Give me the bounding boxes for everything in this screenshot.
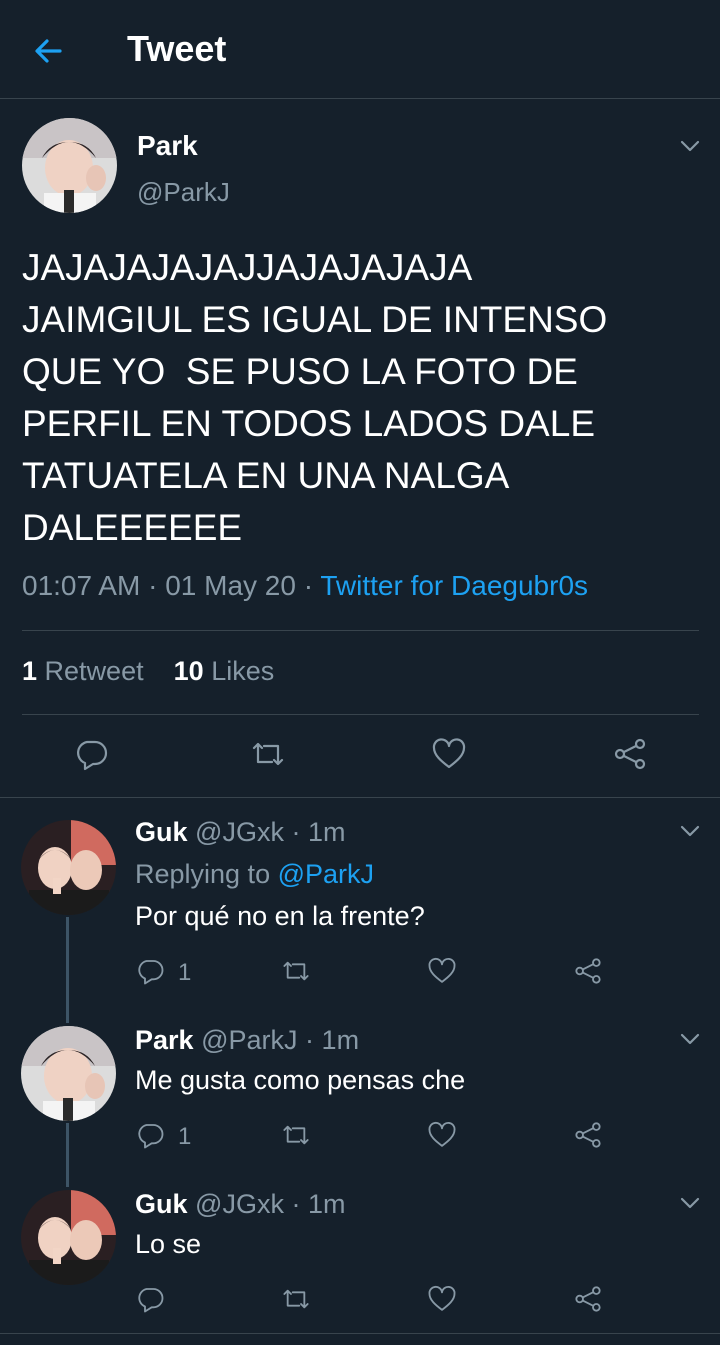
replying-prefix: Replying to: [135, 859, 271, 889]
likes-count: 10: [173, 656, 204, 686]
reply-icon: [77, 740, 108, 771]
retweet-button[interactable]: [281, 1284, 311, 1314]
separator-dot: ·: [291, 817, 301, 847]
avatar[interactable]: [22, 118, 117, 213]
separator-dot: ·: [148, 570, 158, 601]
retweets-count: 1: [22, 656, 38, 686]
reply-avatar[interactable]: [21, 1026, 116, 1121]
divider: [0, 1333, 720, 1334]
reply-time: 1m: [307, 1189, 346, 1219]
share-icon: [575, 1122, 601, 1148]
tweet-time: 01:07 AM: [22, 570, 141, 601]
divider: [0, 797, 720, 798]
reply-button[interactable]: [135, 1284, 165, 1314]
separator-dot: ·: [305, 1025, 315, 1055]
replying-to: Replying to @ParkJ: [135, 859, 374, 890]
likes-stat[interactable]: 10 Likes: [174, 656, 275, 686]
share-icon: [575, 1286, 601, 1312]
reply-text: Me gusta como pensas che: [135, 1065, 466, 1095]
reply-header: Guk @JGxk · 1m: [135, 817, 346, 848]
likes-label: Likes: [211, 656, 275, 686]
retweet-icon: [252, 742, 284, 766]
like-button[interactable]: [427, 1284, 457, 1314]
separator-dot: ·: [291, 1189, 301, 1219]
retweets-stat[interactable]: 1 Retweet: [22, 656, 144, 686]
retweet-button[interactable]: [281, 956, 311, 986]
chevron-down-icon: [680, 1033, 700, 1045]
like-button[interactable]: [427, 956, 457, 986]
reply-icon: [138, 1124, 164, 1149]
replying-to-link[interactable]: @ParkJ: [278, 859, 374, 889]
share-icon: [614, 738, 646, 770]
page-title: Tweet: [127, 28, 227, 69]
reply-menu-button[interactable]: [678, 819, 702, 843]
reply-count: 1: [178, 1123, 192, 1150]
like-button[interactable]: [431, 736, 467, 772]
top-bar: Tweet: [0, 0, 720, 99]
reply-time: 1m: [307, 817, 346, 847]
chevron-down-icon: [680, 140, 700, 152]
reply-header: Guk @JGxk · 1m: [135, 1189, 346, 1220]
tweet-menu-button[interactable]: [678, 134, 702, 158]
reply-menu-button[interactable]: [678, 1191, 702, 1215]
author-handle[interactable]: @ParkJ: [137, 177, 230, 208]
divider: [22, 630, 699, 631]
share-button[interactable]: [573, 1284, 603, 1314]
retweet-button[interactable]: [250, 736, 286, 772]
share-button[interactable]: [573, 1120, 603, 1150]
reply-author-name[interactable]: Guk: [135, 1189, 188, 1219]
retweet-button[interactable]: [281, 1120, 311, 1150]
divider: [22, 714, 699, 715]
reply-button[interactable]: [135, 1120, 165, 1150]
heart-icon: [428, 1286, 456, 1311]
reply-icon: [138, 960, 164, 985]
reply-author-name[interactable]: Park: [135, 1025, 194, 1055]
reply-author-handle[interactable]: @ParkJ: [201, 1025, 297, 1055]
reply-avatar[interactable]: [21, 820, 116, 915]
heart-icon: [428, 958, 456, 983]
reply-icon: [138, 1288, 164, 1313]
reply-author-handle[interactable]: @JGxk: [195, 1189, 284, 1219]
reply-count: 1: [178, 959, 192, 986]
reply-button[interactable]: [73, 736, 109, 772]
thread-line: [66, 917, 69, 1023]
chevron-down-icon: [680, 825, 700, 837]
reply-menu-button[interactable]: [678, 1027, 702, 1051]
retweet-icon: [283, 1289, 309, 1309]
chevron-down-icon: [680, 1197, 700, 1209]
reply-header: Park @ParkJ · 1m: [135, 1025, 359, 1056]
share-button[interactable]: [612, 736, 648, 772]
back-button[interactable]: [30, 32, 68, 70]
retweets-label: Retweet: [44, 656, 144, 686]
reply-time: 1m: [321, 1025, 360, 1055]
retweet-icon: [283, 1125, 309, 1145]
retweet-icon: [283, 961, 309, 981]
separator-dot: ·: [303, 570, 314, 601]
heart-icon: [428, 1122, 456, 1147]
engagement-stats: 1 Retweet 10 Likes: [22, 656, 274, 687]
heart-icon: [432, 738, 466, 769]
tweet-source-link[interactable]: Twitter for Daegubr0s: [320, 570, 588, 601]
reply-button[interactable]: [135, 956, 165, 986]
reply-author-handle[interactable]: @JGxk: [195, 817, 284, 847]
thread-line: [66, 1123, 69, 1187]
tweet-date: 01 May 20: [165, 570, 296, 601]
like-button[interactable]: [427, 1120, 457, 1150]
reply-author-name[interactable]: Guk: [135, 817, 188, 847]
author-name[interactable]: Park: [137, 130, 198, 162]
share-icon: [575, 958, 601, 984]
reply-text: Por qué no en la frente?: [135, 901, 425, 931]
share-button[interactable]: [573, 956, 603, 986]
tweet-text: JAJAJAJAJAJJAJAJAJAJA JAIMGIUL ES IGUAL …: [22, 247, 608, 548]
tweet-meta: 01:07 AM · 01 May 20 · Twitter for Daegu…: [22, 570, 588, 602]
reply-text: Lo se: [135, 1229, 202, 1259]
arrow-left-icon: [35, 39, 62, 63]
reply-avatar[interactable]: [21, 1190, 116, 1285]
